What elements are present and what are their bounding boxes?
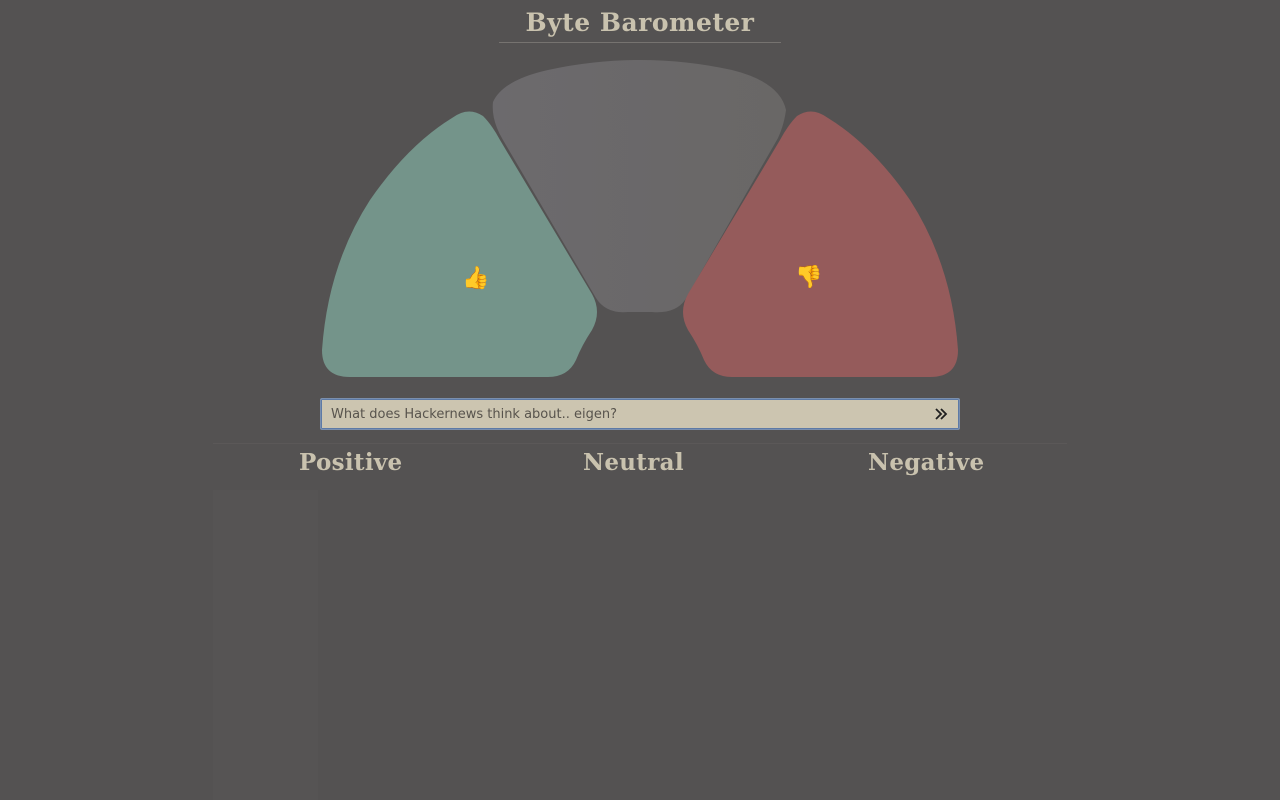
thumbs-up-icon: 👍 bbox=[462, 266, 490, 291]
sentiment-gauge bbox=[322, 60, 958, 378]
submit-button[interactable] bbox=[929, 402, 953, 426]
page-title: Byte Barometer bbox=[525, 8, 755, 37]
thumbs-down-icon: 👎 bbox=[795, 265, 823, 290]
positive-column-heading: Positive bbox=[299, 449, 403, 476]
title-underline bbox=[499, 42, 781, 43]
negative-column-heading: Negative bbox=[868, 449, 985, 476]
search-input[interactable] bbox=[321, 399, 921, 429]
double-chevron-right-icon bbox=[935, 408, 948, 420]
neutral-column-heading: Neutral bbox=[583, 449, 684, 476]
column-shade bbox=[213, 490, 318, 800]
search-bar bbox=[320, 398, 960, 430]
section-divider bbox=[213, 443, 1067, 444]
